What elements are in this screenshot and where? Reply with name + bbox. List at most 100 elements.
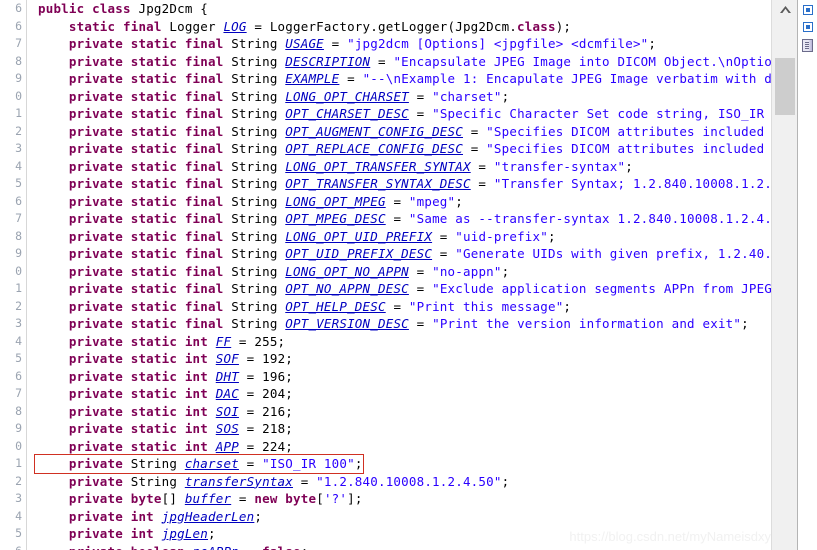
code-line[interactable]: private static final String OPT_HELP_DES… [38,298,772,316]
code-line[interactable]: private static final String OPT_AUGMENT_… [38,123,772,141]
code-line[interactable]: private static final String LONG_OPT_CHA… [38,88,772,106]
line-number: 1 [15,456,22,470]
code-token-pln [38,264,69,279]
code-token-kw: static [130,71,178,86]
outline-document-icon[interactable] [799,36,816,52]
code-text-area[interactable]: public class Jpg2Dcm { static final Logg… [28,0,772,550]
code-line[interactable]: private static final String LONG_OPT_TRA… [38,158,772,176]
code-token-kw: false [262,544,301,550]
code-line[interactable]: private static final String OPT_UID_PREF… [38,245,772,263]
code-token-kw: int [184,438,209,454]
code-token-pln: String [223,88,286,104]
code-token-pln: Logger [161,18,224,34]
code-token-pln [123,316,131,331]
code-line[interactable]: private static int DAC = 204; [38,385,772,403]
code-token-pln [115,19,123,34]
code-line[interactable]: private int jpgHeaderLen; [38,508,772,526]
code-line[interactable]: private static int APP = 224; [38,438,772,456]
code-token-kw: int [184,403,209,419]
code-line[interactable]: private static final String LONG_OPT_UID… [38,228,772,246]
scroll-up-arrow-icon[interactable] [772,0,798,18]
code-token-fld: LONG_OPT_MPEG [285,193,386,209]
code-line[interactable]: private static final String OPT_TRANSFER… [38,175,772,193]
code-token-fld: EXAMPLE [285,71,340,86]
code-token-kw: static [68,18,116,34]
code-token-kw: int [184,368,209,384]
code-token-pln [177,404,185,419]
code-token-kw: static [130,298,178,314]
code-line[interactable]: private static int FF = 255; [38,333,772,351]
code-line[interactable]: private static final String LONG_OPT_NO_… [38,263,772,281]
code-token-kw: private [68,456,123,471]
code-token-pln [123,439,131,454]
line-number: 7 [15,386,22,400]
code-line[interactable]: private String transferSyntax = "1.2.840… [38,473,772,491]
code-token-pln: = [470,158,494,174]
code-line[interactable]: private static int DHT = 196; [38,368,772,386]
code-line[interactable]: private static final String USAGE = "jpg… [38,35,772,53]
code-token-pln [123,246,131,261]
code-line[interactable]: static final Logger LOG = LoggerFactory.… [38,18,772,36]
code-token-pln [123,421,131,436]
code-line[interactable]: private static final String OPT_NO_APPN_… [38,280,772,298]
code-token-pln: = [462,123,487,139]
vertical-scrollbar[interactable] [771,0,798,550]
code-token-fld: jpgLen [161,526,209,541]
code-line[interactable]: private static final String OPT_REPLACE_… [38,140,772,158]
code-token-fld: APP [215,438,239,454]
code-token-pln [123,351,131,366]
code-token-kw: final [123,18,162,34]
code-token-pln: String [223,211,286,226]
code-token-fld: LONG_OPT_TRANSFER_SYNTAX [285,158,471,174]
code-token-fld: OPT_HELP_DESC [285,298,386,314]
code-line[interactable]: public class Jpg2Dcm { [38,0,772,18]
code-token-kw: private [68,421,123,436]
code-line[interactable]: private static final String LONG_OPT_MPE… [38,193,772,211]
code-line-highlighted[interactable]: private String charset = "ISO_IR 100"; [38,455,772,473]
code-token-pln [185,544,193,550]
code-token-fld: jpgHeaderLen [161,508,255,524]
code-line[interactable]: private static final String OPT_VERSION_… [38,315,772,333]
code-token-pln: = [231,491,255,506]
code-token-kw: private [68,88,123,104]
code-line[interactable]: private static final String EXAMPLE = "-… [38,70,772,88]
code-token-pln: = [408,316,433,331]
code-line[interactable]: private static int SOF = 192; [38,350,772,368]
code-token-kw: static [130,386,178,401]
code-token-kw: public [38,1,85,16]
code-token-kw: static [130,438,178,454]
code-token-pln [38,386,69,401]
code-token-kw: final [184,281,224,296]
code-token-pln: Jpg2Dcm [138,1,193,16]
code-token-pln: = [462,141,487,156]
code-token-fld: OPT_CHARSET_DESC [285,106,409,121]
code-token-fld: SOS [215,421,239,436]
code-token-pln: ; [648,36,657,51]
code-line[interactable]: private static final String DESCRIPTION … [38,53,772,71]
code-token-str: "Print this message" [408,298,564,314]
code-token-pln [123,404,131,419]
code-token-kw: private [68,368,123,384]
code-token-pln [123,211,131,226]
code-token-kw: new [254,491,278,506]
code-token-pln [154,509,162,524]
code-lines-container: public class Jpg2Dcm { static final Logg… [28,0,772,550]
code-line[interactable]: private static int SOS = 218; [38,420,772,438]
code-line[interactable]: private static final String OPT_MPEG_DES… [38,210,772,228]
code-token-pln [38,124,69,139]
line-number: 6 [15,1,22,15]
restore-square-icon[interactable] [799,19,816,34]
maximize-square-icon[interactable] [799,2,816,17]
code-token-fld: OPT_VERSION_DESC [285,316,409,331]
code-line[interactable]: private static final String OPT_CHARSET_… [38,105,772,123]
code-token-kw: final [184,316,224,331]
code-line[interactable]: private byte[] buffer = new byte['?']; [38,490,772,508]
code-token-kw: private [68,176,123,191]
scrollbar-thumb[interactable] [775,58,795,115]
code-token-pln [208,404,216,419]
code-token-pln: [ [316,491,324,506]
line-number: 4 [15,158,22,173]
code-token-pln: = [238,456,263,471]
code-line[interactable]: private static int SOI = 216; [38,403,772,421]
code-token-pln: ; [455,193,463,209]
